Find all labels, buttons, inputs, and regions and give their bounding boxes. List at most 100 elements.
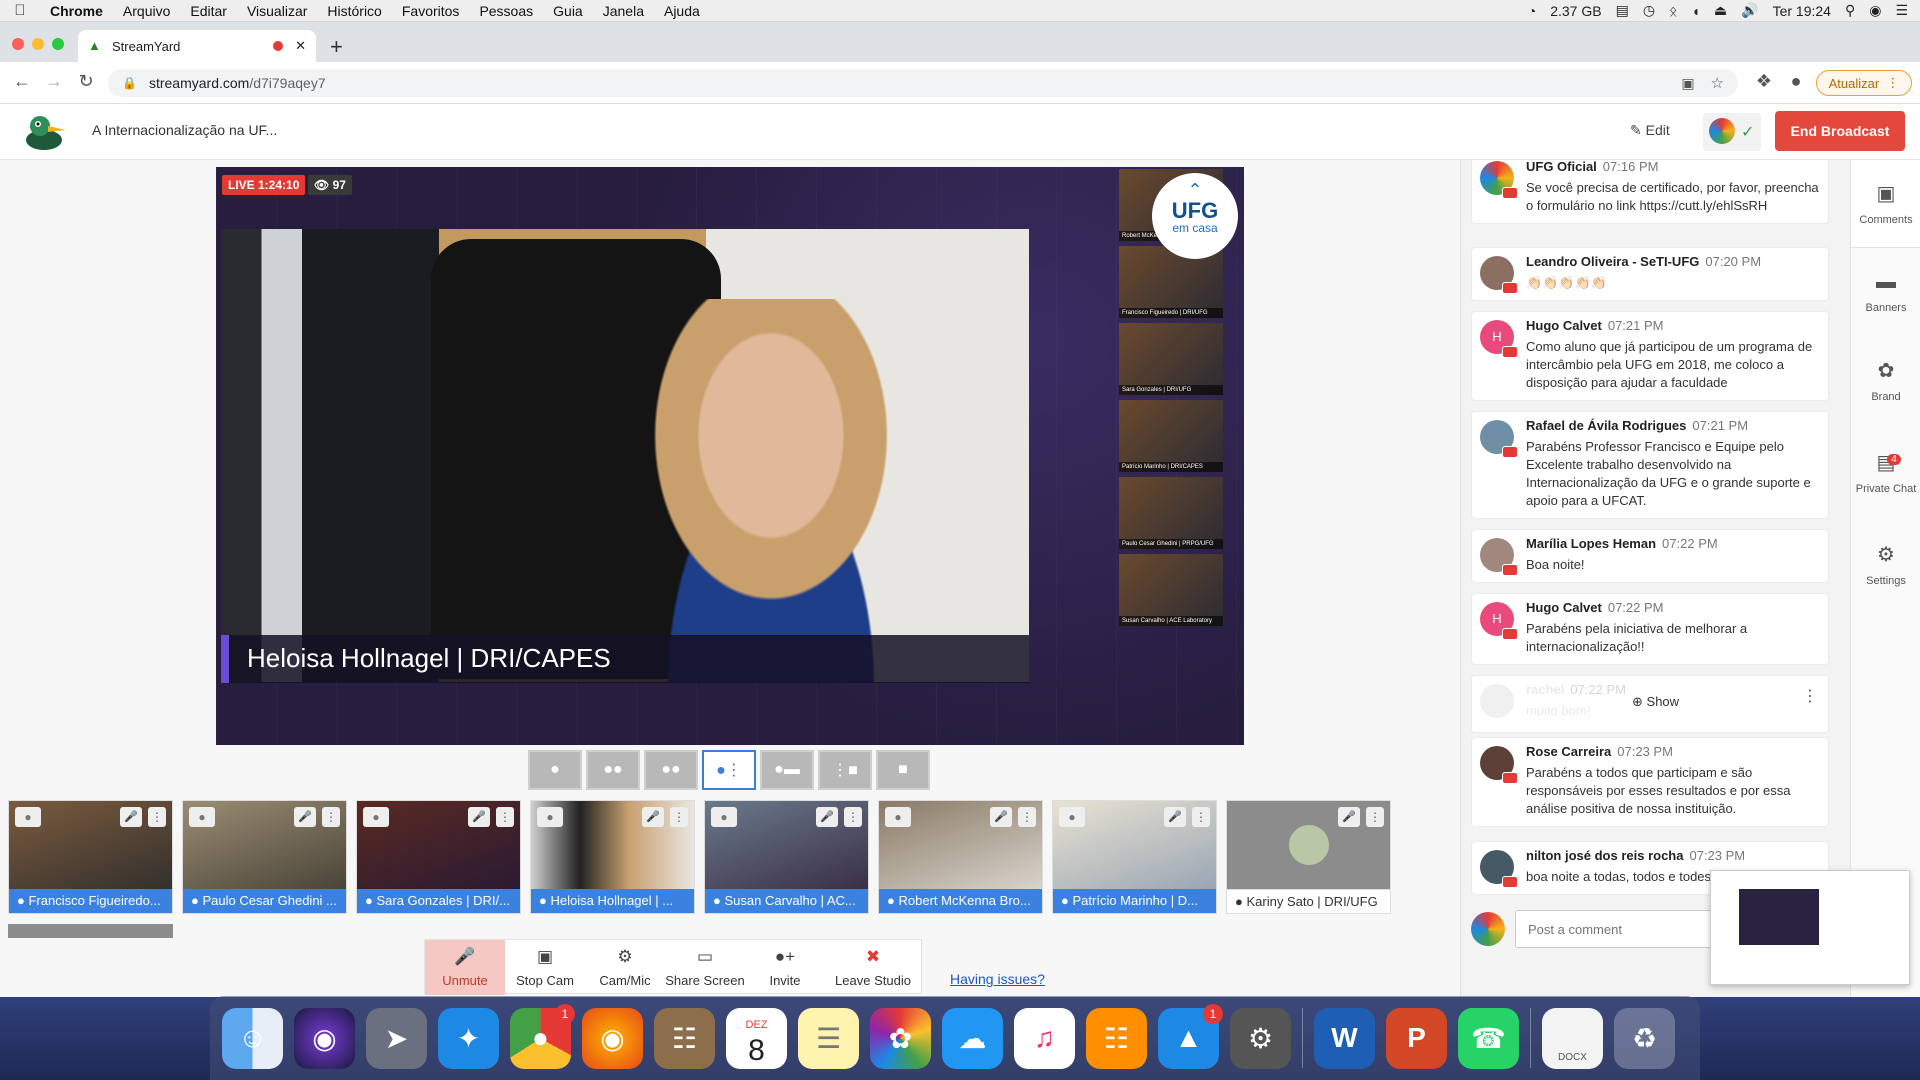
participant-tile[interactable]: ● 🎤 ⋮ ● Sara Gonzales | DRI/... — [356, 800, 521, 914]
stage-toggle-icon[interactable]: ● — [537, 807, 563, 827]
layout-group-button[interactable]: ●● — [586, 750, 640, 790]
chat-message[interactable]: Rafael de Ávila Rodrigues 07:21 PM Parabé… — [1471, 411, 1829, 519]
extensions-puzzle-icon[interactable]: ❖ — [1752, 71, 1776, 92]
window-minimize-button[interactable] — [32, 38, 44, 50]
participant-tile[interactable]: ● 🎤 ⋮ ● Heloisa Hollnagel | ... — [530, 800, 695, 914]
participant-tile[interactable]: ● 🎤 ⋮ ● Patrício Marinho | D... — [1052, 800, 1217, 914]
apple-menu-icon[interactable]:  — [0, 2, 40, 19]
more-options-icon[interactable]: ⋮ — [148, 807, 166, 827]
trash-icon[interactable]: ♻ — [1614, 1007, 1675, 1069]
stage-toggle-icon[interactable]: ● — [15, 807, 41, 827]
menu-editar[interactable]: Editar — [180, 3, 237, 19]
chat-message[interactable]: Rose Carreira 07:23 PM Parabéns a todos q… — [1471, 737, 1829, 827]
edit-broadcast-button[interactable]: ✎ Edit — [1630, 122, 1670, 139]
chat-message[interactable]: Marília Lopes Heman 07:22 PM Boa noite! — [1471, 529, 1829, 583]
participant-tile[interactable]: ● 🎤 ⋮ ● Susan Carvalho | AC... — [704, 800, 869, 914]
layout-fullscreen-button[interactable]: ■ — [876, 750, 930, 790]
leave-studio-button[interactable]: ✖ Leave Studio — [825, 940, 921, 995]
menu-ajuda[interactable]: Ajuda — [654, 3, 710, 19]
layout-solo-button[interactable]: ● — [528, 750, 582, 790]
address-bar[interactable]: 🔒 streamyard.com/d7i79aqey7 ▣ ☆ — [108, 69, 1738, 97]
mic-muted-icon[interactable]: 🎤 — [294, 807, 316, 827]
chrome-update-button[interactable]: Atualizar ⋮ — [1816, 70, 1912, 96]
siri-icon[interactable]: ◉ — [1869, 2, 1881, 19]
layout-screen-button[interactable]: ●▬ — [760, 750, 814, 790]
layout-sidebar-button[interactable]: ⋮■ — [818, 750, 872, 790]
calendar-icon[interactable]: DEZ 8 — [726, 1007, 787, 1069]
comment-options-icon[interactable]: ⋮ — [1802, 686, 1818, 706]
chat-message-hidden[interactable]: rachel 07:22 PM muito bom! ⊕ Show ⋮ — [1471, 675, 1829, 733]
chrome-icon[interactable]: ● 1 — [510, 1003, 575, 1069]
window-close-button[interactable] — [12, 38, 24, 50]
show-comment-button[interactable]: ⊕ Show — [1632, 694, 1679, 710]
docx-file-icon[interactable]: DOCX — [1542, 1007, 1603, 1069]
participant-tile[interactable]: ● 🎤 ⋮ ● Paulo Cesar Ghedini ... — [182, 800, 347, 914]
menu-guia[interactable]: Guia — [543, 3, 593, 19]
banners-tab[interactable]: ▬ Banners — [1851, 248, 1920, 336]
camera-in-use-icon[interactable]: ▣ — [1681, 75, 1694, 92]
broadcast-title[interactable]: A Internacionalização na UF... — [92, 122, 277, 138]
stage-toggle-icon[interactable]: ● — [189, 807, 215, 827]
menu-historico[interactable]: Histórico — [317, 3, 391, 19]
private-chat-tab[interactable]: ▤ 4 Private Chat — [1851, 424, 1920, 520]
eject-icon[interactable]: ⏏ — [1714, 2, 1727, 19]
word-icon[interactable]: W — [1314, 1007, 1375, 1069]
menubar-clock[interactable]: Ter 19:24 — [1773, 3, 1831, 19]
mic-muted-icon[interactable]: 🎤 — [120, 807, 142, 827]
launchpad-icon[interactable]: ➤ — [366, 1007, 427, 1069]
participant-tile-offstage[interactable]: 🎤 ⋮ ● Kariny Sato | DRI/UFG — [1226, 800, 1391, 914]
layout-thin-button[interactable]: ●⋮ — [702, 750, 756, 790]
more-options-icon[interactable]: ⋮ — [322, 807, 340, 827]
forward-arrow-icon[interactable]: → — [42, 71, 66, 92]
stage-toggle-icon[interactable]: ● — [711, 807, 737, 827]
window-zoom-button[interactable] — [52, 38, 64, 50]
photos-icon[interactable]: ✿ — [870, 1007, 931, 1069]
spotlight-search-icon[interactable]: ⚲ — [1845, 2, 1855, 19]
browser-tab-streamyard[interactable]: ▲ StreamYard ✕ — [78, 30, 316, 62]
participant-tile[interactable]: ● 🎤 ⋮ ● Robert McKenna Bro... — [878, 800, 1043, 914]
having-issues-link[interactable]: Having issues? — [950, 971, 1045, 987]
memory-readout[interactable]: 2.37 GB — [1550, 3, 1601, 19]
notification-center-icon[interactable]: ☰ — [1895, 2, 1908, 19]
lock-icon[interactable]: 🔒 — [122, 76, 137, 90]
memory-icon[interactable]: ◔ — [1528, 3, 1536, 19]
menu-arquivo[interactable]: Arquivo — [113, 3, 180, 19]
layout-leader-button[interactable]: ●● — [644, 750, 698, 790]
more-options-icon[interactable]: ⋮ — [1366, 807, 1384, 827]
whatsapp-icon[interactable]: ☎ — [1458, 1007, 1519, 1069]
menu-app-chrome[interactable]: Chrome — [40, 3, 113, 19]
participant-tile-partial[interactable] — [8, 924, 173, 938]
time-machine-icon[interactable]: ◷ — [1643, 2, 1655, 19]
music-icon[interactable]: ♫ — [1014, 1007, 1075, 1069]
share-screen-button[interactable]: ▭ Share Screen — [665, 940, 745, 995]
mic-muted-icon[interactable]: 🎤 — [816, 807, 838, 827]
wifi-icon[interactable]: ◖ — [1691, 3, 1699, 19]
mic-muted-icon[interactable]: 🎤 — [1164, 807, 1186, 827]
invite-button[interactable]: ●+ Invite — [745, 940, 825, 995]
destination-avatar[interactable]: ✓ — [1703, 113, 1761, 151]
stage-toggle-icon[interactable]: ● — [363, 807, 389, 827]
menu-visualizar[interactable]: Visualizar — [237, 3, 317, 19]
more-options-icon[interactable]: ⋮ — [496, 807, 514, 827]
screen-preview-thumbnail[interactable] — [1710, 870, 1910, 985]
menu-janela[interactable]: Janela — [593, 3, 654, 19]
contacts-icon[interactable]: ☷ — [654, 1007, 715, 1069]
tab-close-icon[interactable]: ✕ — [295, 38, 306, 54]
stage-toggle-icon[interactable]: ● — [1059, 807, 1085, 827]
messages-icon[interactable]: ☁ — [942, 1007, 1003, 1069]
more-options-icon[interactable]: ⋮ — [844, 807, 862, 827]
drive-icon[interactable]: ▤ — [1616, 2, 1629, 19]
app-store-icon[interactable]: ▲ 1 — [1158, 1003, 1223, 1069]
books-icon[interactable]: ☷ — [1086, 1007, 1147, 1069]
participant-tile[interactable]: ● 🎤 ⋮ ● Francisco Figueiredo... — [8, 800, 173, 914]
chat-message[interactable]: H Hugo Calvet 07:22 PM Parabéns pela inic… — [1471, 593, 1829, 665]
siri-icon[interactable]: ◉ — [294, 1007, 355, 1069]
mic-on-icon[interactable]: 🎤 — [642, 807, 664, 827]
chat-message[interactable]: H Hugo Calvet 07:21 PM Como aluno que já … — [1471, 311, 1829, 401]
settings-tab[interactable]: ⚙ Settings — [1851, 520, 1920, 608]
end-broadcast-button[interactable]: End Broadcast — [1775, 111, 1905, 151]
notes-icon[interactable]: ☰ — [798, 1007, 859, 1069]
menu-pessoas[interactable]: Pessoas — [469, 3, 543, 19]
mic-muted-icon[interactable]: 🎤 — [990, 807, 1012, 827]
profile-avatar[interactable]: ● — [1784, 71, 1808, 92]
